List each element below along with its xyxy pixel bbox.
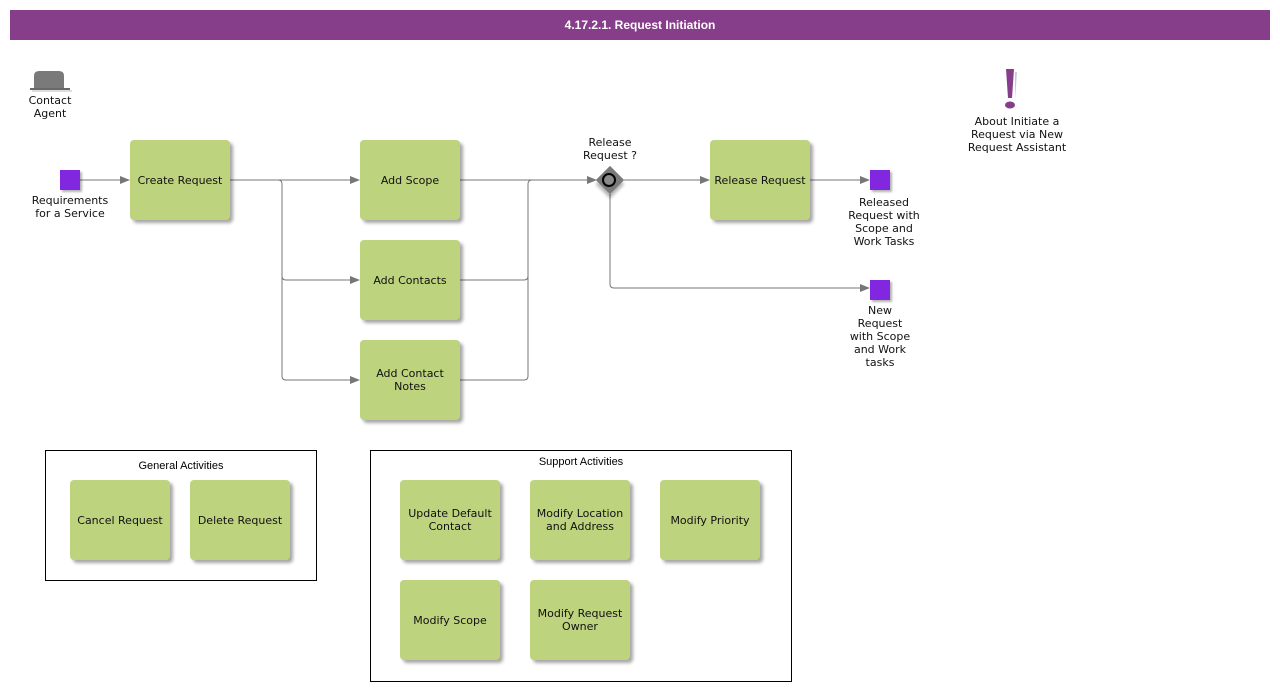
task-release-request[interactable]: Release Request <box>710 140 810 220</box>
gateway-circle-icon <box>602 173 616 187</box>
end-event-new-label: New Request with Scope and Work tasks <box>849 304 911 369</box>
task-label: Delete Request <box>197 513 283 527</box>
flow-contacts-to-gateway <box>460 179 533 281</box>
flow-create-to-contacts <box>277 179 360 284</box>
contact-agent-actor[interactable] <box>28 68 74 92</box>
task-label: Create Request <box>137 173 223 187</box>
task-add-scope[interactable]: Add Scope <box>360 140 460 220</box>
start-event[interactable] <box>60 170 80 190</box>
task-modify-scope[interactable]: Modify Scope <box>400 580 500 660</box>
task-label: Add Contacts <box>373 273 447 287</box>
task-label: Modify Priority <box>670 513 750 527</box>
task-modify-location-address[interactable]: Modify Location and Address <box>530 480 630 560</box>
flow-notes-to-gateway <box>460 276 529 381</box>
task-label: Add Scope <box>380 173 440 187</box>
end-event-new[interactable] <box>870 280 890 300</box>
task-label: Release Request <box>714 173 806 187</box>
contact-agent-label: Contact Agent <box>28 94 72 120</box>
task-label: Cancel Request <box>77 513 163 527</box>
hat-icon <box>30 71 72 92</box>
task-modify-priority[interactable]: Modify Priority <box>660 480 760 560</box>
task-label: Modify Location and Address <box>536 507 624 533</box>
task-add-contacts[interactable]: Add Contacts <box>360 240 460 320</box>
about-note-label: About Initiate a Request via New Request… <box>967 115 1067 154</box>
task-modify-request-owner[interactable]: Modify Request Owner <box>530 580 630 660</box>
group-title: Support Activities <box>538 456 624 468</box>
end-event-released[interactable] <box>870 170 890 190</box>
about-note[interactable] <box>1000 68 1022 112</box>
diagram-title: 4.17.2.1. Request Initiation <box>564 18 716 32</box>
start-event-label: Requirements for a Service <box>31 194 109 220</box>
group-title: General Activities <box>138 460 224 472</box>
exclamation-icon <box>1005 69 1017 109</box>
end-event-released-label: Released Request with Scope and Work Tas… <box>848 196 920 248</box>
task-label: Update Default Contact <box>408 507 492 533</box>
task-add-contact-notes[interactable]: Add Contact Notes <box>360 340 460 420</box>
task-create-request[interactable]: Create Request <box>130 140 230 220</box>
flow-create-to-notes <box>281 276 360 384</box>
task-label: Add Contact Notes <box>376 367 444 393</box>
task-label: Modify Scope <box>413 613 487 627</box>
gateway-label: Release Request ? <box>582 136 638 162</box>
task-label: Modify Request Owner <box>537 607 623 633</box>
task-delete-request[interactable]: Delete Request <box>190 480 290 560</box>
task-cancel-request[interactable]: Cancel Request <box>70 480 170 560</box>
task-update-default-contact[interactable]: Update Default Contact <box>400 480 500 560</box>
diagram-title-bar: 4.17.2.1. Request Initiation <box>10 10 1270 40</box>
